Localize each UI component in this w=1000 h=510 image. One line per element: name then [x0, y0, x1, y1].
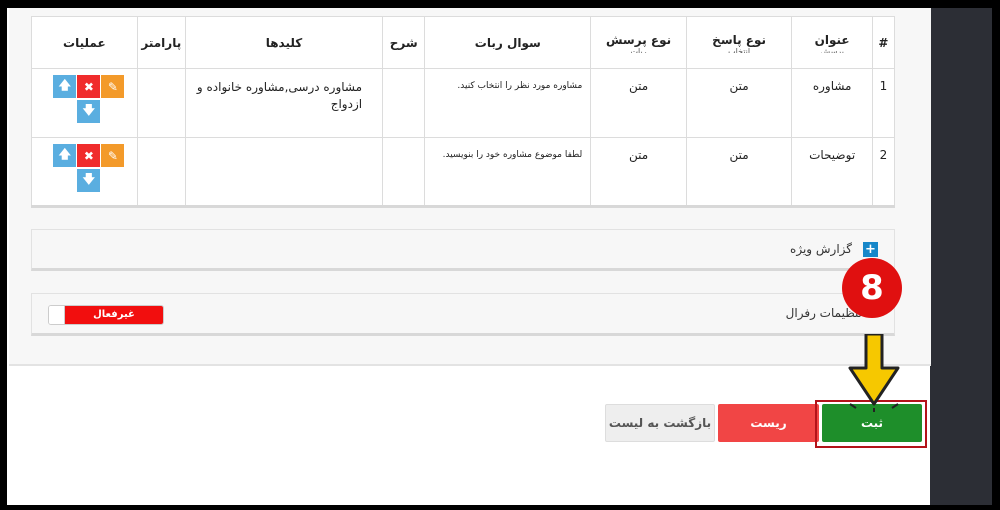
step-number-badge: 8	[842, 258, 902, 318]
cell-question-type: متن	[590, 68, 687, 138]
questions-table: # عنوان پرسش نوع پاسخ انتخاب نوع پرسش ربات …	[31, 16, 896, 208]
arrow-up-icon: 🡅	[58, 78, 72, 92]
header-description: شرح	[382, 16, 426, 69]
move-down-button[interactable]: 🡇	[77, 169, 101, 192]
toggle-state-label: غیرفعال	[65, 306, 163, 324]
pencil-icon: ✎	[107, 79, 118, 94]
edit-button[interactable]: ✎	[101, 144, 125, 167]
header-bot-question: سوال ربات	[424, 16, 592, 69]
header-title: عنوان پرسش	[791, 16, 873, 69]
cell-row-number: 2	[871, 137, 896, 208]
cell-question-type: متن	[590, 137, 687, 208]
edit-button[interactable]: ✎	[101, 75, 125, 98]
header-operations: عملیات	[31, 16, 138, 69]
cell-operations: ✎ ✖ 🡅 🡇	[31, 137, 138, 208]
special-report-section[interactable]: + گزارش ویژه	[31, 229, 895, 271]
move-up-button[interactable]: 🡅	[53, 75, 77, 98]
times-icon: ✖	[83, 79, 94, 94]
reset-button[interactable]: ریست	[718, 404, 819, 442]
header-row-number: #	[871, 16, 896, 69]
referral-toggle[interactable]: غیرفعال	[48, 305, 164, 325]
delete-button[interactable]: ✖	[77, 75, 101, 98]
move-down-button[interactable]: 🡇	[77, 100, 101, 123]
referral-settings-section: تنظیمات رفرال غیرفعال	[31, 293, 895, 336]
questions-panel: # عنوان پرسش نوع پاسخ انتخاب نوع پرسش ربات …	[9, 8, 931, 366]
header-question-type: نوع پرسش ربات	[590, 16, 687, 69]
right-dark-strip	[930, 8, 992, 505]
cell-keywords	[184, 137, 384, 208]
toggle-knob	[49, 306, 65, 324]
row-actions: ✎ ✖ 🡅 🡇	[49, 75, 125, 125]
pointer-arrow-icon	[848, 334, 900, 412]
move-up-button[interactable]: 🡅	[53, 144, 77, 167]
table-row: 1 مشاوره متن متن مشاوره مورد نظر را انتخ…	[31, 68, 896, 138]
plus-square-icon[interactable]: +	[863, 242, 878, 257]
times-icon: ✖	[83, 148, 94, 163]
cell-title: مشاوره	[791, 68, 873, 138]
header-answer-type: نوع پاسخ انتخاب	[685, 16, 793, 69]
cell-row-number: 1	[871, 68, 896, 138]
screenshot-frame: # عنوان پرسش نوع پاسخ انتخاب نوع پرسش ربات …	[0, 0, 1000, 510]
arrow-up-icon: 🡅	[58, 147, 72, 161]
cell-bot-question: لطفا موضوع مشاوره خود را بنویسید.	[424, 137, 592, 208]
header-keywords: کلیدها	[184, 16, 384, 69]
cell-description	[382, 137, 426, 208]
row-actions: ✎ ✖ 🡅 🡇	[49, 144, 125, 194]
arrow-down-icon: 🡇	[82, 103, 96, 117]
delete-button[interactable]: ✖	[77, 144, 101, 167]
back-to-list-button[interactable]: بازگشت به لیست	[605, 404, 715, 442]
cell-title: توضیحات	[791, 137, 873, 208]
table-row: 2 توضیحات متن متن لطفا موضوع مشاوره خود …	[31, 137, 896, 208]
cell-answer-type: متن	[685, 68, 793, 138]
arrow-down-icon: 🡇	[82, 172, 96, 186]
cell-keywords: مشاوره درسی,مشاوره خانواده و ازدواج	[184, 68, 384, 138]
pencil-icon: ✎	[107, 148, 118, 163]
table-header-row: # عنوان پرسش نوع پاسخ انتخاب نوع پرسش ربات …	[31, 16, 896, 69]
special-report-label: گزارش ویژه	[790, 242, 852, 256]
cell-description	[382, 68, 426, 138]
cell-parameter	[136, 137, 186, 208]
cell-bot-question: مشاوره مورد نظر را انتخاب کنید.	[424, 68, 592, 138]
cell-answer-type: متن	[685, 137, 793, 208]
cell-parameter	[136, 68, 186, 138]
cell-operations: ✎ ✖ 🡅 🡇	[31, 68, 138, 138]
header-parameter: پارامتر	[136, 16, 186, 69]
